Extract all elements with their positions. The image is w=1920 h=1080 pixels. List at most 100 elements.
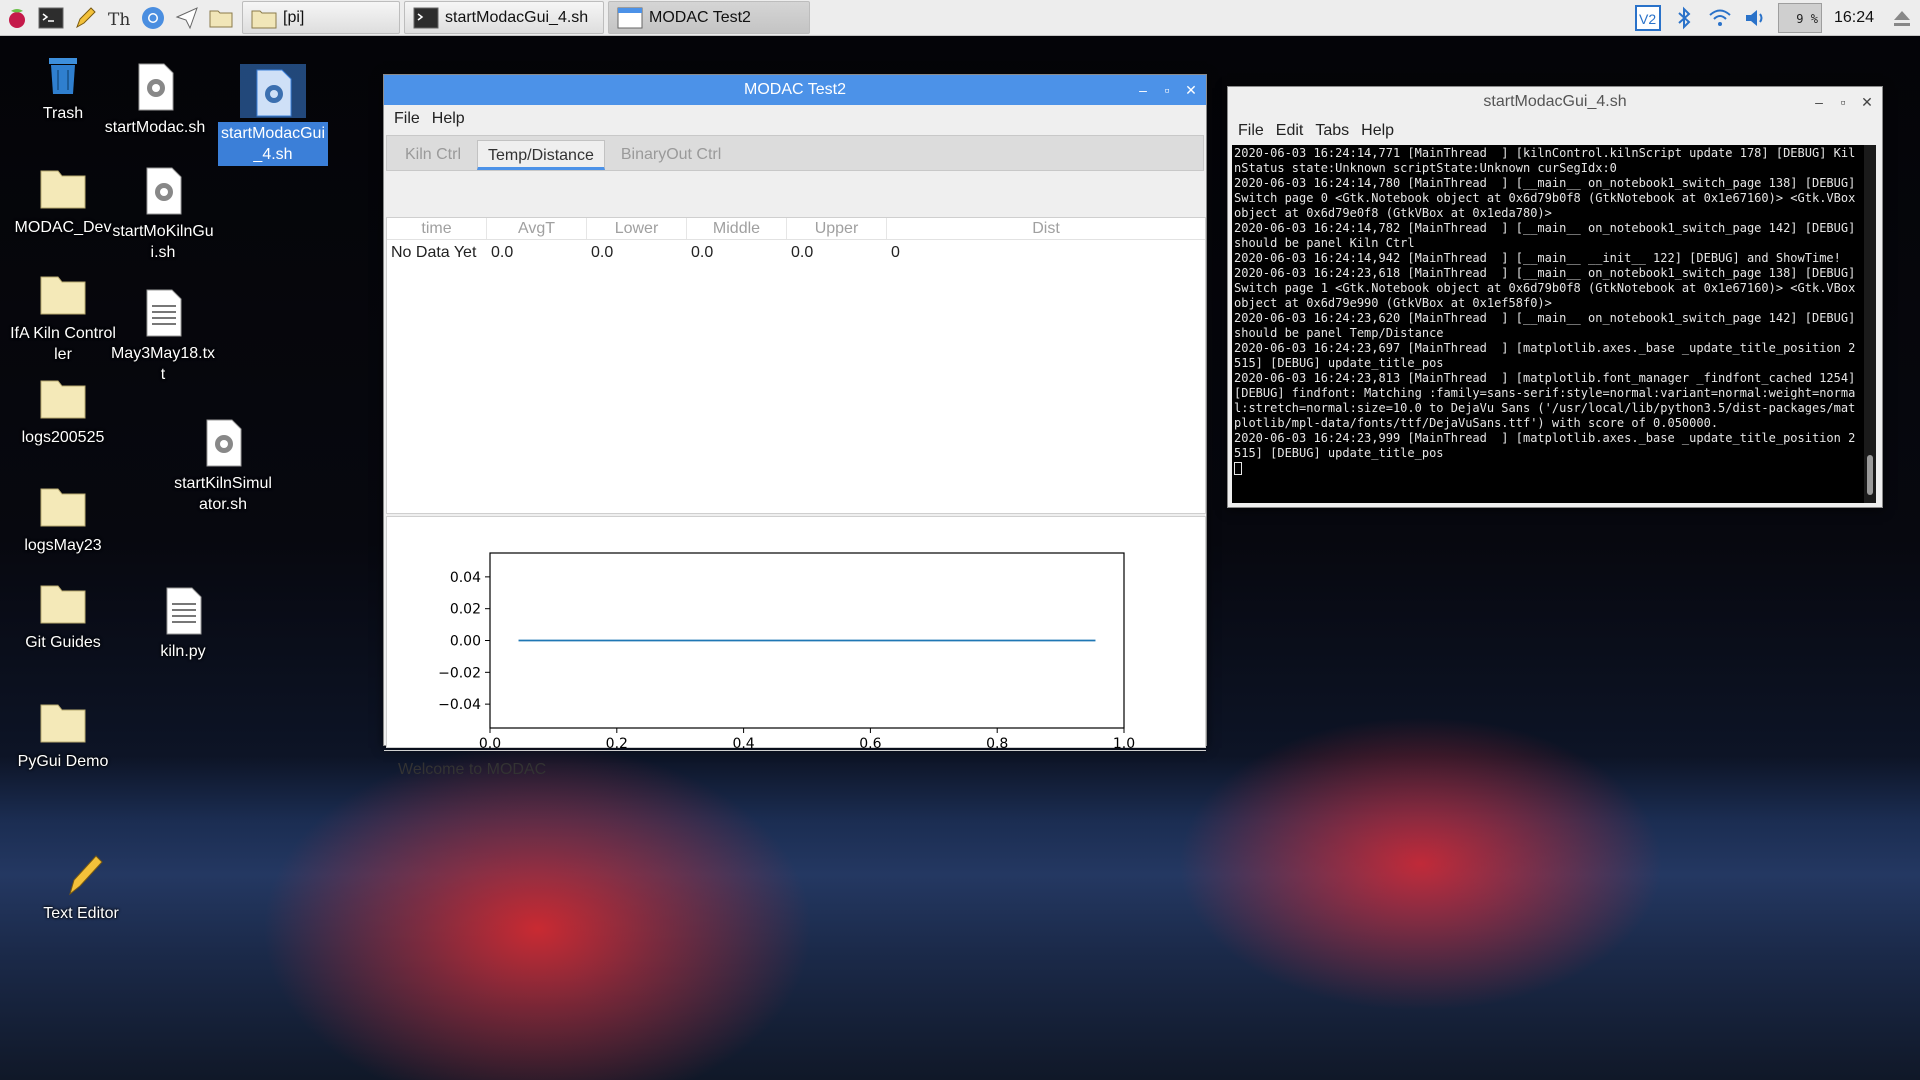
menu-help[interactable]: Help	[426, 110, 471, 128]
close-icon[interactable]: ✕	[1858, 93, 1876, 111]
status-bar: Welcome to MODAC	[384, 750, 1206, 788]
menu-help[interactable]: Help	[1355, 122, 1400, 140]
volume-icon	[1745, 9, 1763, 26]
column-header[interactable]: time	[387, 218, 487, 239]
x-tick-label: 0.2	[606, 736, 628, 749]
icon-label: startMoKilnGui.sh	[112, 223, 214, 261]
system-tray: V2 9 % 16:24	[1630, 0, 1920, 36]
data-table: time AvgT Lower Middle Upper Dist No Dat…	[386, 217, 1206, 514]
task-label: startModacGui_4.sh	[445, 8, 589, 26]
desktop-icon-startmokilngui[interactable]: startMoKilnGui.sh	[104, 162, 222, 264]
task-label: [pi]	[283, 8, 305, 26]
volume-tray[interactable]	[1738, 0, 1774, 36]
tab-kiln-ctrl[interactable]: Kiln Ctrl	[395, 140, 471, 170]
text-file-icon	[166, 587, 202, 635]
cpu-monitor[interactable]: 9 %	[1777, 2, 1822, 33]
desktop-icon-pygui-demo[interactable]: PyGui Demo	[4, 692, 122, 773]
icon-label: Trash	[42, 105, 84, 122]
table-cell: No Data Yet	[391, 244, 477, 261]
terminal-icon	[413, 7, 439, 28]
column-header[interactable]: Upper	[787, 218, 887, 239]
wifi-icon	[1709, 9, 1731, 26]
eject-tray[interactable]	[1884, 0, 1920, 36]
plot-area: 0.0 0.2 0.4 0.6 0.8 1.0 0.04 0.02 0.00 −0.02 −0.04	[386, 516, 1206, 752]
terminal-titlebar[interactable]: startModacGui_4.sh – ▫ ✕	[1228, 87, 1882, 117]
trash-icon	[49, 58, 77, 94]
launch-browser[interactable]	[136, 0, 170, 36]
task-label: MODAC Test2	[649, 8, 751, 26]
eject-icon	[1894, 10, 1910, 26]
launch-thonny[interactable]: Th	[102, 0, 136, 36]
taskbar: Th [pi] startModacGui_4.sh MODAC Test2 V…	[0, 0, 1920, 36]
terminal-scrollbar[interactable]	[1864, 145, 1876, 503]
x-tick-label: 0.0	[479, 736, 501, 749]
task-terminal[interactable]: startModacGui_4.sh	[404, 1, 604, 34]
task-pi[interactable]: [pi]	[242, 1, 400, 34]
launch-send[interactable]	[170, 0, 204, 36]
temperature-chart: 0.0 0.2 0.4 0.6 0.8 1.0 0.04 0.02 0.00 −0.02 −0.04	[438, 552, 1135, 752]
task-modac[interactable]: MODAC Test2	[608, 1, 810, 34]
window-title: startModacGui_4.sh	[1483, 93, 1627, 110]
modac-menubar: File Help	[384, 105, 1206, 133]
icon-label: logs200525	[21, 429, 105, 446]
y-tick-label: 0.02	[450, 602, 481, 618]
tab-temp-distance[interactable]: Temp/Distance	[477, 140, 605, 170]
vnc-tray[interactable]: V2	[1630, 0, 1666, 36]
table-row[interactable]: No Data Yet 0.0 0.0 0.0 0.0 0	[387, 240, 1205, 266]
script-gear-icon	[138, 63, 174, 111]
wifi-tray[interactable]	[1702, 0, 1738, 36]
text-file-icon	[146, 289, 182, 337]
launch-editor[interactable]	[68, 0, 102, 36]
desktop-icon-logs200525[interactable]: logs200525	[4, 368, 122, 449]
folder-icon	[40, 704, 86, 743]
maximize-icon[interactable]: ▫	[1158, 81, 1176, 99]
launch-terminal[interactable]	[34, 0, 68, 36]
desktop-icon-text-editor[interactable]: Text Editor	[22, 844, 140, 925]
table-cell: 0.0	[791, 244, 814, 261]
script-gear-icon	[206, 419, 242, 467]
minimize-icon[interactable]: –	[1810, 93, 1828, 111]
clock[interactable]: 16:24	[1826, 9, 1884, 27]
icon-label: startModac.sh	[104, 119, 206, 136]
modac-tabs: Kiln Ctrl Temp/Distance BinaryOut Ctrl	[386, 135, 1204, 171]
menu-edit[interactable]: Edit	[1270, 122, 1310, 140]
desktop-icon-startkilnsim[interactable]: startKilnSimulator.sh	[164, 414, 282, 516]
terminal-output[interactable]: 2020-06-03 16:24:14,771 [MainThread ] [k…	[1232, 145, 1876, 503]
terminal-window: startModacGui_4.sh – ▫ ✕ File Edit Tabs …	[1227, 86, 1883, 508]
menu-button[interactable]	[0, 0, 34, 36]
minimize-icon[interactable]: –	[1134, 81, 1152, 99]
modac-titlebar[interactable]: MODAC Test2 – ▫ ✕	[384, 75, 1206, 105]
desktop-icon-logsmay23[interactable]: logsMay23	[4, 476, 122, 557]
column-header[interactable]: Middle	[687, 218, 787, 239]
terminal-menubar: File Edit Tabs Help	[1228, 117, 1882, 145]
folder-icon	[251, 10, 277, 28]
column-header[interactable]: Lower	[587, 218, 687, 239]
launch-files[interactable]	[204, 0, 238, 36]
desktop-icon-startmodac[interactable]: startModac.sh	[96, 58, 214, 139]
column-header[interactable]: AvgT	[487, 218, 587, 239]
desktop-icon-kiln-py[interactable]: kiln.py	[124, 582, 242, 663]
menu-file[interactable]: File	[388, 110, 426, 128]
raspberry-icon	[9, 8, 25, 28]
desktop-icon-git-guides[interactable]: Git Guides	[4, 573, 122, 654]
svg-text:V2: V2	[1639, 11, 1656, 27]
icon-label: MODAC_Dev	[14, 219, 112, 236]
icon-label: PyGui Demo	[17, 753, 109, 770]
bluetooth-tray[interactable]	[1666, 0, 1702, 36]
menu-file[interactable]: File	[1232, 122, 1270, 140]
x-tick-label: 0.8	[986, 736, 1008, 749]
script-gear-icon	[146, 167, 182, 215]
scrollbar-thumb[interactable]	[1867, 455, 1873, 495]
maximize-icon[interactable]: ▫	[1834, 93, 1852, 111]
terminal-cursor	[1234, 462, 1242, 475]
pencil-icon	[76, 6, 96, 28]
tab-binaryout-ctrl[interactable]: BinaryOut Ctrl	[611, 140, 731, 170]
thonny-icon: Th	[108, 10, 130, 30]
y-tick-label: 0.00	[450, 634, 481, 650]
menu-tabs[interactable]: Tabs	[1309, 122, 1355, 140]
desktop-icon-startmodacgui4[interactable]: startModacGui_4.sh	[214, 64, 332, 166]
table-cell: 0.0	[491, 244, 514, 261]
column-header[interactable]: Dist	[887, 218, 1205, 239]
close-icon[interactable]: ✕	[1182, 81, 1200, 99]
folder-icon	[40, 380, 86, 419]
